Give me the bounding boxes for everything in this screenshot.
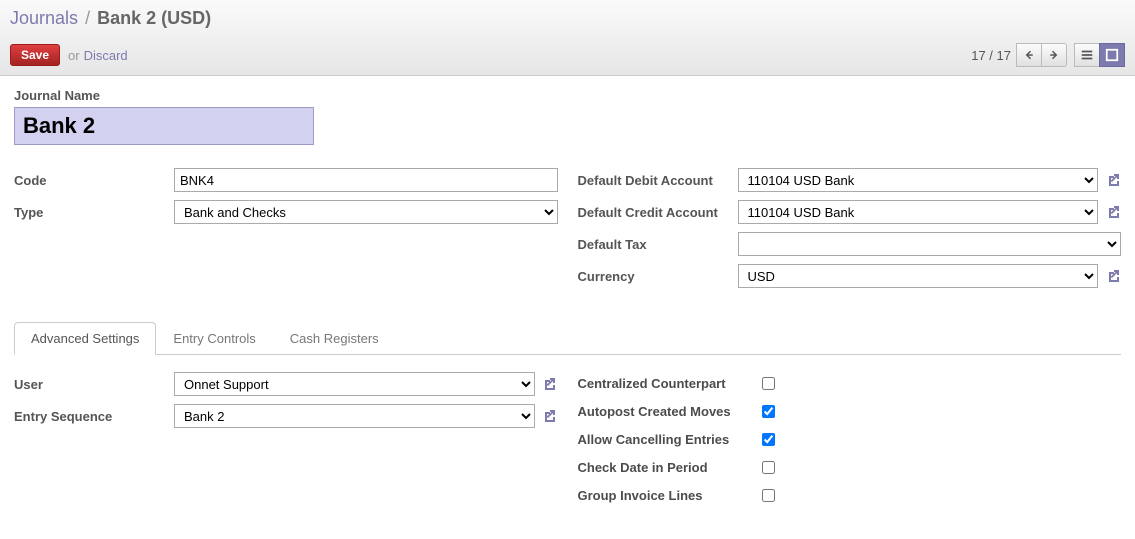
save-button[interactable]: Save bbox=[10, 44, 60, 66]
group-invoice-checkbox[interactable] bbox=[762, 489, 775, 502]
autopost-label: Autopost Created Moves bbox=[578, 404, 758, 419]
default-credit-label: Default Credit Account bbox=[578, 205, 738, 220]
credit-external-link[interactable] bbox=[1104, 204, 1121, 220]
default-credit-select[interactable]: 110104 USD Bank bbox=[738, 200, 1099, 224]
external-link-icon bbox=[1105, 204, 1121, 220]
default-debit-label: Default Debit Account bbox=[578, 173, 738, 188]
form-view-button[interactable] bbox=[1099, 43, 1125, 67]
default-tax-label: Default Tax bbox=[578, 237, 738, 252]
journal-name-input[interactable] bbox=[14, 107, 314, 145]
currency-external-link[interactable] bbox=[1104, 268, 1121, 284]
discard-link[interactable]: Discard bbox=[84, 48, 128, 63]
currency-select[interactable]: USD bbox=[738, 264, 1099, 288]
pager: 17 / 17 bbox=[971, 48, 1011, 63]
autopost-checkbox[interactable] bbox=[762, 405, 775, 418]
type-label: Type bbox=[14, 205, 174, 220]
check-date-label: Check Date in Period bbox=[578, 460, 758, 475]
external-link-icon bbox=[1105, 268, 1121, 284]
tab-entry-controls[interactable]: Entry Controls bbox=[156, 322, 272, 355]
arrow-left-icon bbox=[1023, 49, 1035, 61]
external-link-icon bbox=[541, 376, 557, 392]
list-icon bbox=[1080, 48, 1094, 62]
breadcrumb: Journals / Bank 2 (USD) bbox=[10, 8, 1125, 29]
centralized-counterpart-label: Centralized Counterpart bbox=[578, 376, 758, 391]
breadcrumb-separator: / bbox=[83, 8, 92, 28]
centralized-counterpart-checkbox[interactable] bbox=[762, 377, 775, 390]
allow-cancelling-label: Allow Cancelling Entries bbox=[578, 432, 758, 447]
code-label: Code bbox=[14, 173, 174, 188]
check-date-checkbox[interactable] bbox=[762, 461, 775, 474]
list-view-button[interactable] bbox=[1074, 43, 1100, 67]
user-external-link[interactable] bbox=[541, 376, 558, 392]
debit-external-link[interactable] bbox=[1104, 172, 1121, 188]
next-button[interactable] bbox=[1041, 43, 1067, 67]
sequence-external-link[interactable] bbox=[541, 408, 558, 424]
breadcrumb-parent[interactable]: Journals bbox=[10, 8, 78, 28]
entry-sequence-label: Entry Sequence bbox=[14, 409, 174, 424]
prev-button[interactable] bbox=[1016, 43, 1042, 67]
entry-sequence-select[interactable]: Bank 2 bbox=[174, 404, 535, 428]
external-link-icon bbox=[541, 408, 557, 424]
external-link-icon bbox=[1105, 172, 1121, 188]
user-label: User bbox=[14, 377, 174, 392]
default-debit-select[interactable]: 110104 USD Bank bbox=[738, 168, 1099, 192]
default-tax-select[interactable] bbox=[738, 232, 1122, 256]
tab-advanced-settings[interactable]: Advanced Settings bbox=[14, 322, 156, 355]
code-input[interactable] bbox=[174, 168, 558, 192]
allow-cancelling-checkbox[interactable] bbox=[762, 433, 775, 446]
form-icon bbox=[1105, 48, 1119, 62]
or-text: or bbox=[68, 48, 80, 63]
tab-cash-registers[interactable]: Cash Registers bbox=[273, 322, 396, 355]
currency-label: Currency bbox=[578, 269, 738, 284]
user-select[interactable]: Onnet Support bbox=[174, 372, 535, 396]
type-select[interactable]: Bank and Checks bbox=[174, 200, 558, 224]
breadcrumb-current: Bank 2 (USD) bbox=[97, 8, 211, 28]
group-invoice-label: Group Invoice Lines bbox=[578, 488, 758, 503]
arrow-right-icon bbox=[1048, 49, 1060, 61]
journal-name-label: Journal Name bbox=[14, 88, 1121, 103]
